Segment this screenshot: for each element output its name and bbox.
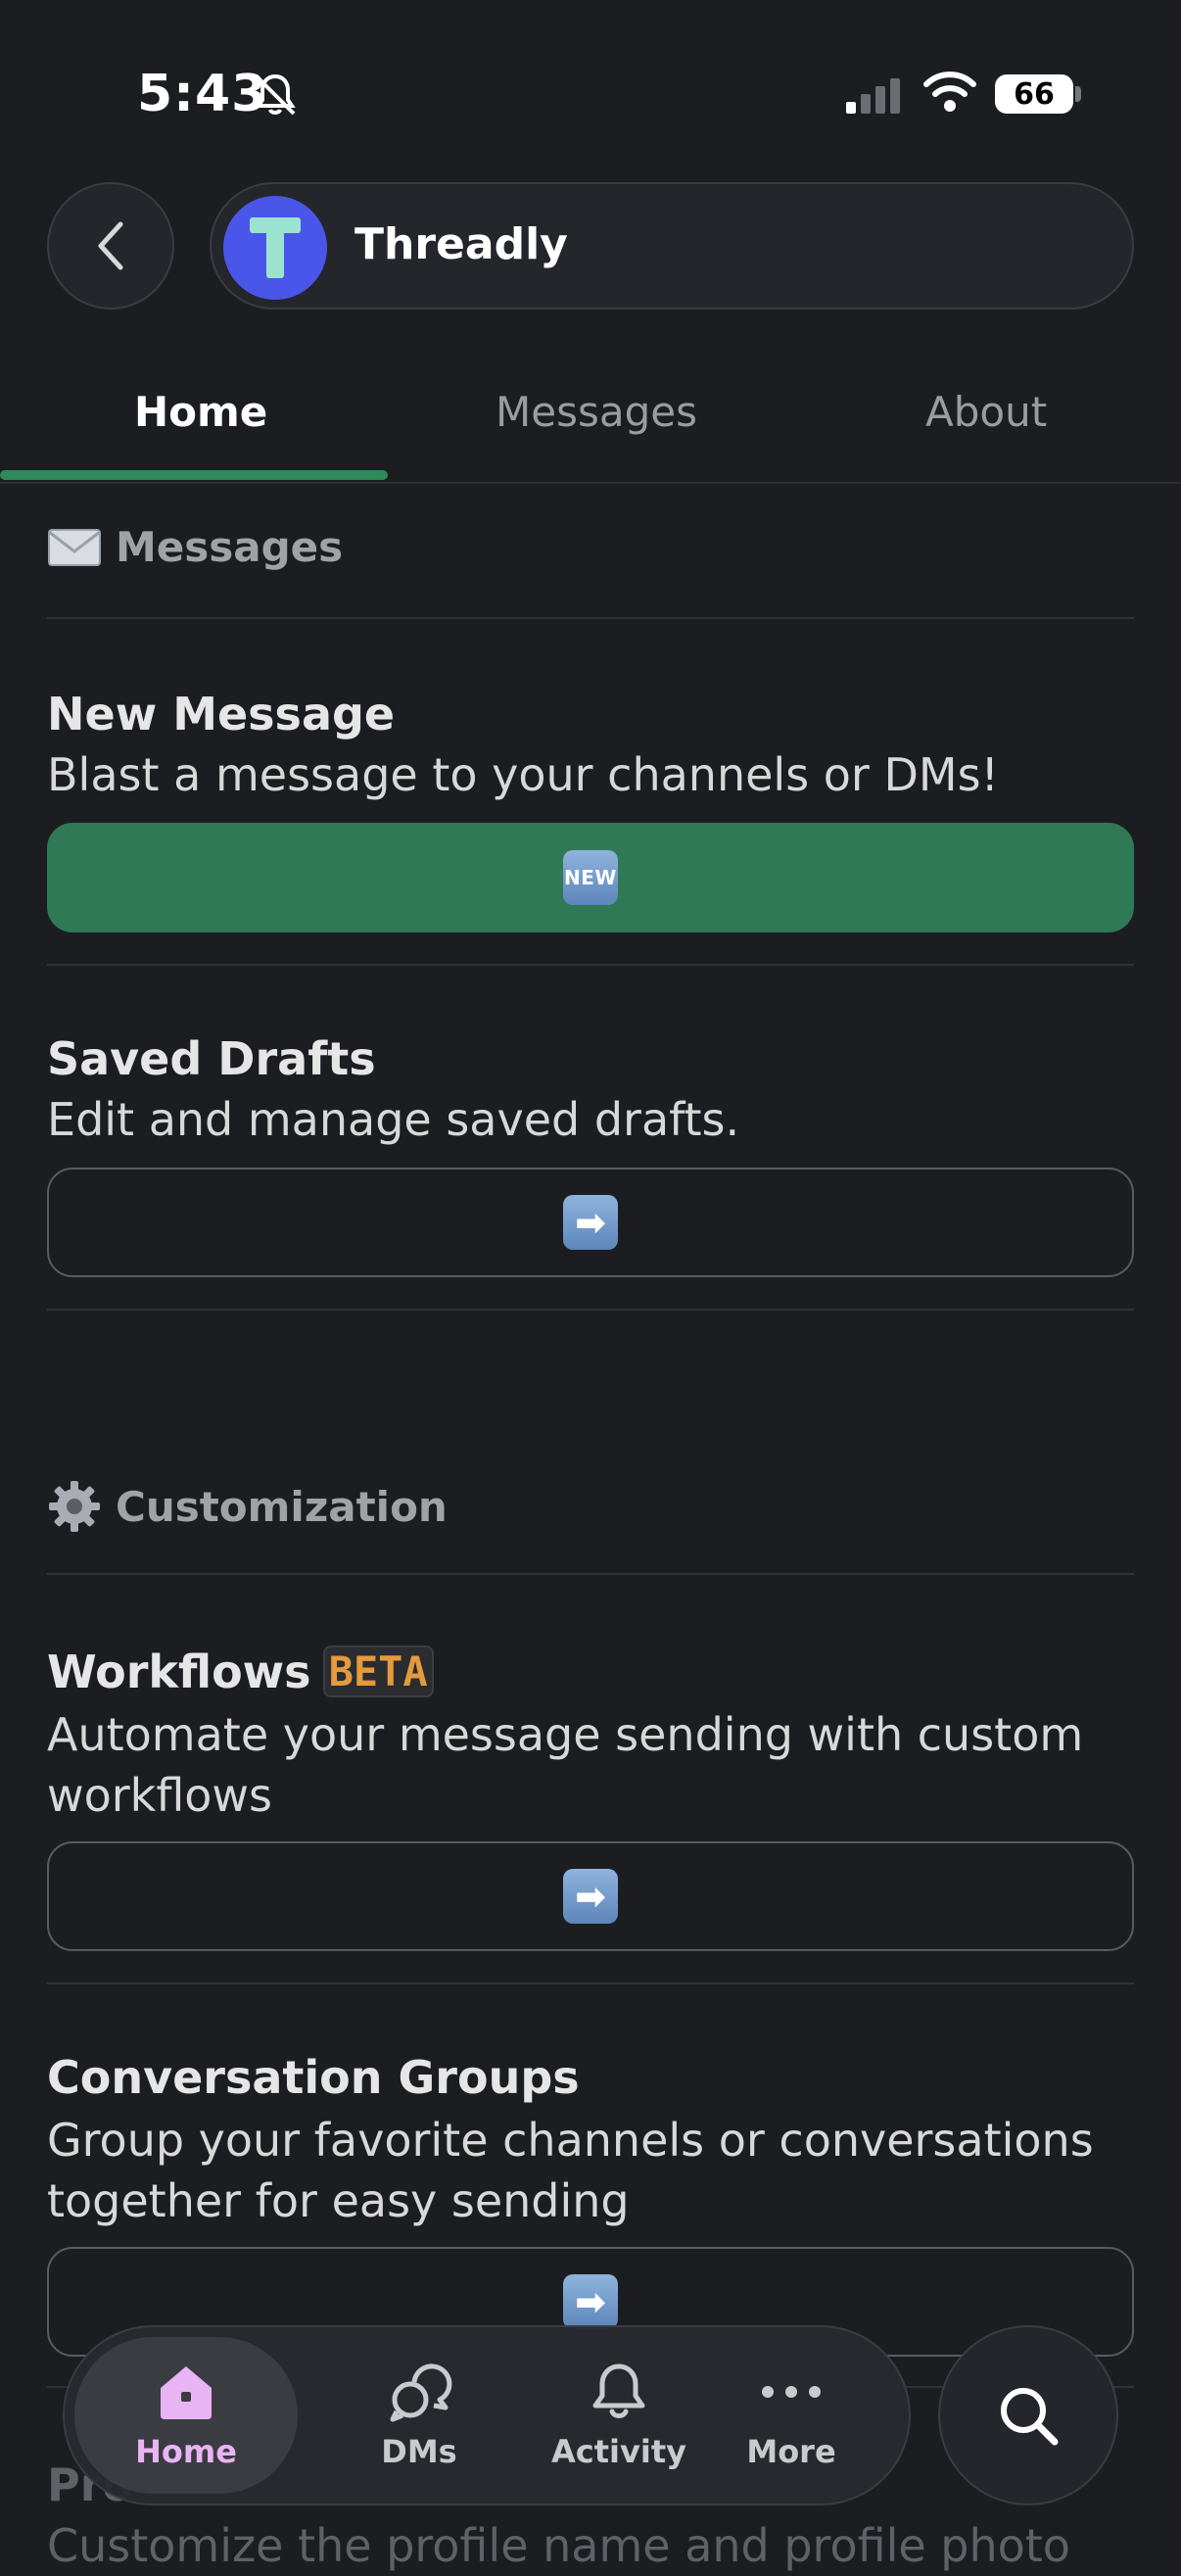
section-header-customization: Customization <box>47 1479 448 1534</box>
nav-dms[interactable]: DMs <box>321 2327 517 2504</box>
wifi-icon <box>923 72 976 112</box>
divider <box>47 964 1134 966</box>
back-button[interactable] <box>47 182 174 310</box>
battery-indicator: 66 <box>995 74 1073 114</box>
status-bar: 5:43 66 <box>0 0 1181 186</box>
nav-home[interactable]: Home <box>74 2337 298 2494</box>
new-message-button[interactable]: NEW <box>47 823 1134 932</box>
nav-label: More <box>746 2433 836 2470</box>
nav-label: Activity <box>551 2433 686 2470</box>
bell-muted-icon <box>255 73 296 116</box>
more-dots-icon <box>762 2386 821 2398</box>
nav-label: Home <box>135 2433 237 2470</box>
workflows-title-text: Workflows <box>47 1646 311 1698</box>
divider <box>47 1309 1134 1311</box>
bell-icon <box>592 2363 645 2418</box>
active-tab-indicator <box>0 470 388 480</box>
arrow-right-icon: ➡ <box>563 1195 618 1250</box>
cellular-signal-icon <box>846 78 900 114</box>
item-description: Group your favorite channels or conversa… <box>47 2114 1094 2227</box>
chevron-left-icon <box>98 221 123 270</box>
tab-home[interactable]: Home <box>134 388 267 436</box>
nav-label: DMs <box>381 2433 457 2470</box>
app-avatar <box>223 196 327 300</box>
app-name: Threadly <box>354 219 568 269</box>
envelope-icon <box>48 528 101 566</box>
search-button[interactable] <box>938 2325 1118 2505</box>
item-description: Automate your message sending with custo… <box>47 1708 1084 1822</box>
battery-tip <box>1075 86 1081 102</box>
beta-badge: BETA <box>322 1646 434 1697</box>
arrow-right-icon: ➡ <box>563 2274 618 2329</box>
section-title: Messages <box>116 523 344 571</box>
new-icon: NEW <box>563 850 618 905</box>
tab-about[interactable]: About <box>925 388 1047 436</box>
search-icon <box>1001 2388 1059 2446</box>
item-description: Blast a message to your channels or DMs! <box>47 748 999 801</box>
arrow-right-icon: ➡ <box>563 1869 618 1924</box>
gear-icon <box>49 1481 100 1532</box>
workflows-button[interactable]: ➡ <box>47 1841 1134 1951</box>
divider <box>47 1573 1134 1575</box>
status-time: 5:43 <box>137 65 268 123</box>
home-icon <box>161 2366 212 2419</box>
saved-drafts-button[interactable]: ➡ <box>47 1168 1134 1277</box>
item-description: Customize the profile name and profile p… <box>47 2519 1070 2572</box>
tab-bar: Home Messages About <box>0 353 1181 484</box>
divider <box>47 1982 1134 1984</box>
divider <box>47 617 1134 619</box>
app-header-pill[interactable]: Threadly <box>210 182 1134 310</box>
dms-icon <box>390 2363 452 2422</box>
item-title-saved-drafts: Saved Drafts <box>47 1032 376 1085</box>
section-title: Customization <box>116 1482 448 1531</box>
item-description: Edit and manage saved drafts. <box>47 1093 740 1146</box>
nav-more[interactable]: More <box>693 2327 889 2504</box>
tab-messages[interactable]: Messages <box>496 388 697 436</box>
item-title-workflows: Workflows BETA <box>47 1646 434 1698</box>
bottom-nav-bar: Home DMs Activity More <box>63 2325 911 2505</box>
item-title-new-message: New Message <box>47 688 396 740</box>
section-header-messages: Messages <box>47 523 343 571</box>
nav-activity[interactable]: Activity <box>521 2327 717 2504</box>
app-logo-icon <box>250 217 301 278</box>
item-title-conversation-groups: Conversation Groups <box>47 2051 580 2104</box>
